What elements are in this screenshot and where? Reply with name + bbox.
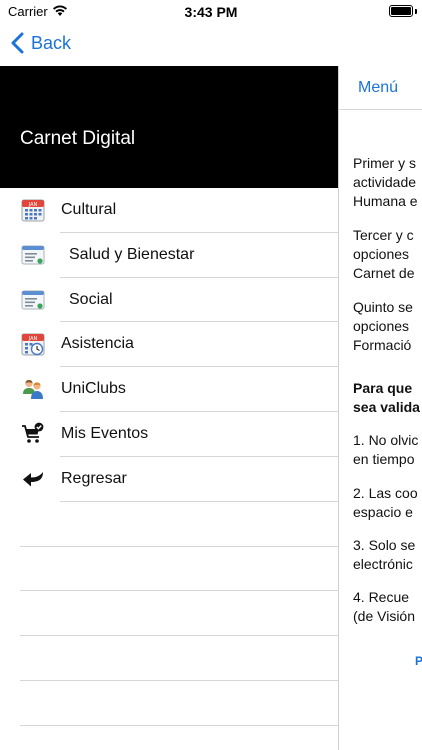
empty-row-separator: [20, 724, 338, 726]
list-icon: [21, 290, 45, 310]
list-icon: [21, 245, 45, 265]
content-separator: [339, 109, 422, 110]
cart-check-icon: [22, 422, 44, 443]
status-time: 3:43 PM: [184, 4, 238, 20]
content-link[interactable]: P: [415, 654, 422, 668]
empty-row-separator: [20, 680, 338, 681]
return-arrow-icon: [23, 471, 43, 487]
navigation-bar: Back: [0, 24, 422, 66]
content-paragraph-3: Quinto se opciones Formació: [353, 299, 413, 353]
battery-icon: [389, 5, 413, 17]
empty-row-separator: [20, 590, 338, 592]
battery-tip: [415, 9, 417, 14]
svg-text:JAN: JAN: [28, 202, 38, 208]
menu-item-label: UniClubs: [61, 380, 126, 398]
menu-item-uniclubs[interactable]: UniClubs: [0, 367, 338, 412]
content-paragraph-2: Tercer y c opciones Carnet de: [353, 227, 415, 281]
menu-item-regresar[interactable]: Regresar: [0, 457, 338, 502]
menu-item-asistencia[interactable]: JAN Asistencia: [0, 322, 338, 368]
row-separator: [60, 500, 338, 502]
menu-item-cultural[interactable]: JAN Cultural: [0, 188, 338, 233]
empty-row-separator: [20, 545, 338, 547]
status-bar: Carrier 3:43 PM: [0, 0, 422, 24]
menu-item-label: Regresar: [61, 469, 127, 487]
content-item-1: 1. No olvic en tiempo: [353, 432, 419, 467]
back-label: Back: [31, 32, 72, 53]
menu-item-label: Mis Eventos: [61, 425, 149, 442]
chevron-left-icon: [11, 32, 24, 54]
menu-item-social[interactable]: Social: [0, 278, 338, 323]
empty-row-separator: [20, 635, 338, 637]
content-heading: Para que sea valida: [353, 380, 420, 415]
content-panel: Menú Primer y s actividade Humana e Tercer…: [338, 66, 422, 750]
people-icon: [23, 380, 43, 400]
drawer-title: Carnet Digital: [20, 128, 136, 149]
menu-item-label: Salud y Bienestar: [69, 245, 195, 263]
calendar-icon: JAN: [21, 199, 45, 222]
back-button[interactable]: Back: [10, 32, 71, 54]
svg-text:JAN: JAN: [28, 336, 38, 342]
calendar-clock-icon: JAN: [21, 333, 45, 356]
drawer-header: Carnet Digital: [0, 66, 338, 188]
menu-item-label: Social: [69, 290, 113, 308]
menu-item-label: Cultural: [61, 201, 117, 218]
menu-item-salud-y-bienestar[interactable]: Salud y Bienestar: [0, 233, 338, 278]
content-item-3: 3. Solo se electrónic: [353, 537, 416, 572]
content-item-4: 4. Recue (de Visión: [353, 589, 416, 624]
menu-item-mis-eventos[interactable]: Mis Eventos: [0, 412, 338, 457]
menu-item-label: Asistencia: [61, 335, 134, 353]
side-drawer: Carnet Digital JAN Cultural Salud y Bien…: [0, 66, 338, 750]
content-paragraph-1: Primer y s actividade Humana e: [353, 155, 418, 209]
menu-button[interactable]: Menú: [358, 79, 398, 97]
content-item-2: 2. Las coo espacio e: [353, 485, 418, 520]
